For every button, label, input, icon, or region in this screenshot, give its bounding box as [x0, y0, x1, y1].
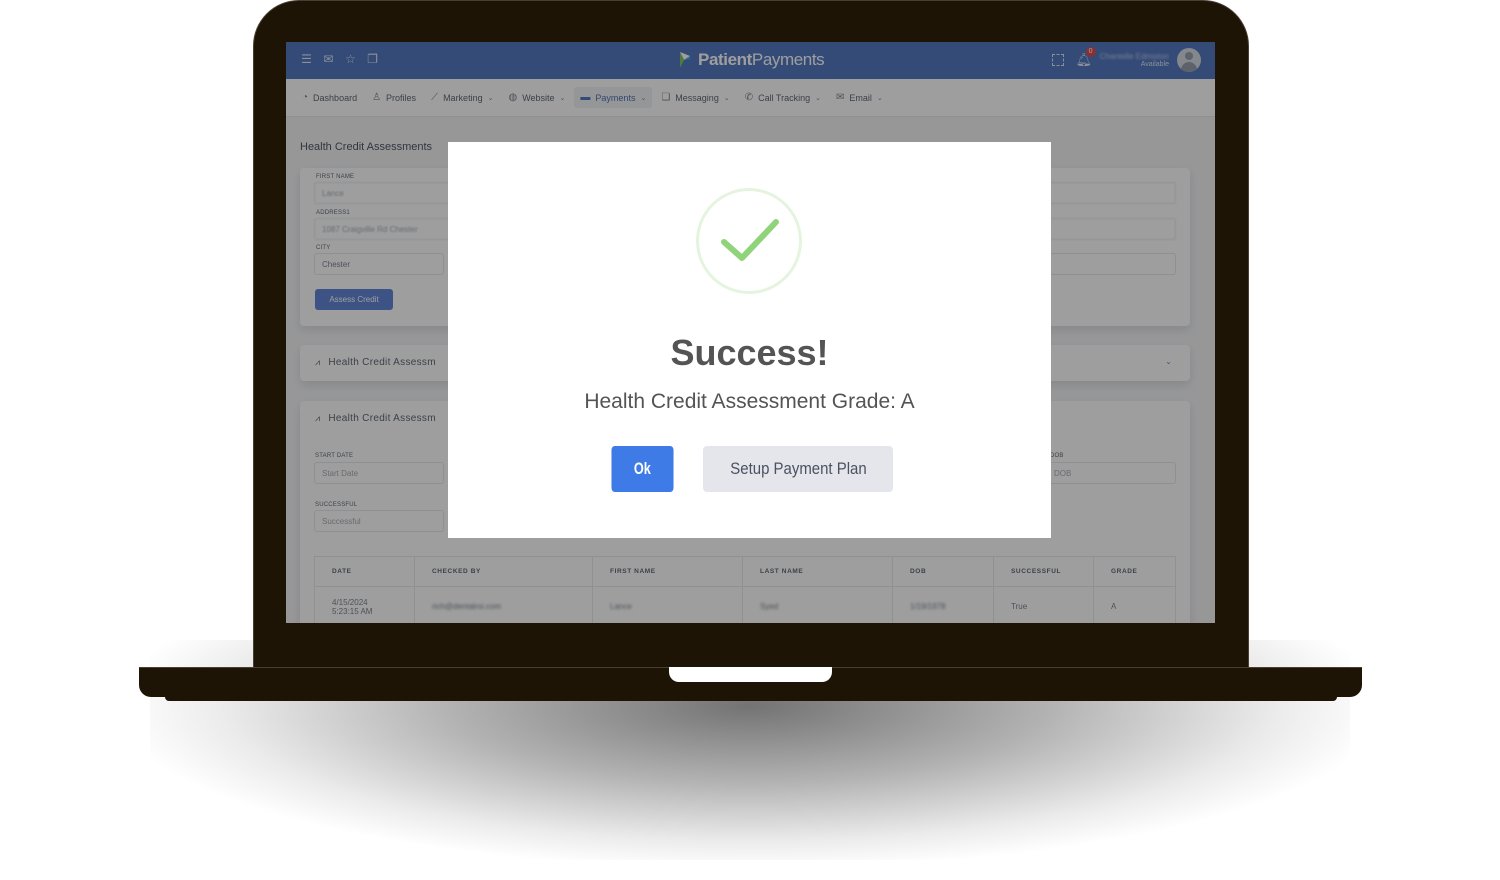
setup-payment-plan-label: Setup Payment Plan — [729, 459, 867, 478]
ok-button[interactable]: Ok — [611, 446, 674, 492]
laptop-notch — [669, 667, 832, 682]
success-check-icon — [721, 219, 779, 261]
setup-payment-plan-button[interactable]: Setup Payment Plan — [703, 446, 893, 492]
dialog-title: Success! — [670, 332, 829, 373]
success-dialog: Success! Health Credit Assessment Grade:… — [448, 142, 1051, 538]
laptop-mockup: ☰ ✉ ☆ ❐ PatientPayments 🔔︎ 0 Chantelle E… — [0, 0, 1500, 880]
ok-label: Ok — [634, 459, 651, 478]
dialog-actions: Ok Setup Payment Plan — [448, 446, 1051, 492]
dialog-message: Health Credit Assessment Grade: A — [584, 390, 915, 413]
app-screen: ☰ ✉ ☆ ❐ PatientPayments 🔔︎ 0 Chantelle E… — [286, 42, 1215, 623]
